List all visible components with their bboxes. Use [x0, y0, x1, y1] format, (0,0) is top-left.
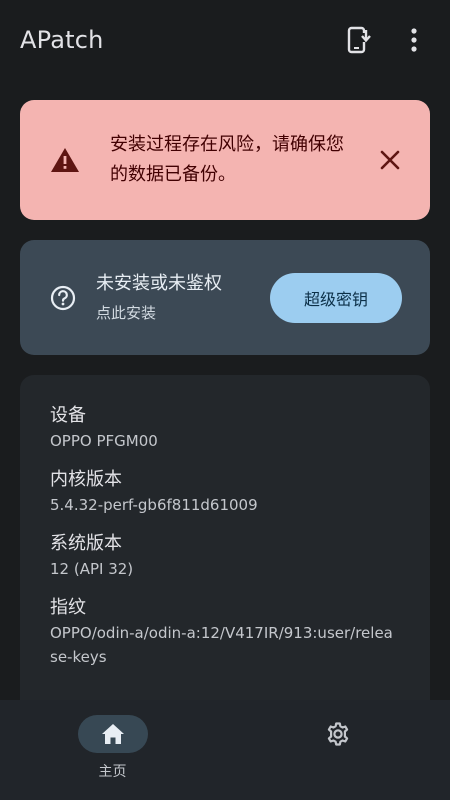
info-value: 12 (API 32) [50, 560, 134, 578]
info-item-device: 设备 OPPO PFGM00 [50, 403, 400, 453]
install-status-card[interactable]: 未安装或未鉴权 点此安装 超级密钥 [20, 240, 430, 355]
status-text: 未安装或未鉴权 点此安装 [76, 271, 270, 325]
dismiss-warning-button[interactable] [374, 144, 406, 176]
warning-triangle-icon [51, 148, 79, 172]
nav-item-settings[interactable] [225, 700, 450, 800]
nav-item-home[interactable]: 主页 [0, 700, 225, 800]
gear-icon [327, 722, 348, 746]
info-label: 设备 [50, 405, 86, 426]
info-value: OPPO/odin-a/odin-a:12/V417IR/913:user/re… [50, 624, 393, 666]
nav-indicator [77, 715, 148, 753]
info-value: OPPO PFGM00 [50, 432, 158, 450]
more-vert-icon [411, 28, 417, 52]
bottom-nav: 主页 [0, 700, 450, 800]
status-title: 未安装或未鉴权 [96, 272, 222, 294]
status-subtitle: 点此安装 [96, 303, 157, 322]
app-title: APatch [20, 26, 104, 54]
warning-text: 安装过程存在风险，请确保您的数据已备份。 [110, 134, 344, 185]
device-info-card: 设备 OPPO PFGM00 内核版本 5.4.32-perf-gb6f811d… [20, 375, 430, 735]
warning-card: 安装过程存在风险，请确保您的数据已备份。 [20, 100, 430, 220]
nav-label-home: 主页 [98, 764, 127, 780]
info-label: 系统版本 [50, 533, 122, 554]
help-circle-icon [50, 285, 76, 310]
info-item-fingerprint: 指纹 OPPO/odin-a/odin-a:12/V417IR/913:user… [50, 595, 400, 669]
info-value: 5.4.32-perf-gb6f811d61009 [50, 496, 258, 514]
phone-download-icon [347, 26, 371, 54]
close-icon [380, 150, 400, 170]
info-item-system: 系统版本 12 (API 32) [50, 531, 400, 581]
info-label: 内核版本 [50, 469, 122, 490]
home-icon [101, 724, 124, 744]
info-item-kernel: 内核版本 5.4.32-perf-gb6f811d61009 [50, 467, 400, 517]
app-bar-actions [344, 24, 430, 56]
superkey-button[interactable]: 超级密钥 [270, 272, 402, 323]
app-bar: APatch [0, 0, 450, 80]
info-label: 指纹 [50, 597, 86, 618]
install-download-button[interactable] [344, 24, 376, 56]
more-options-button[interactable] [398, 24, 430, 56]
nav-indicator [303, 715, 373, 753]
